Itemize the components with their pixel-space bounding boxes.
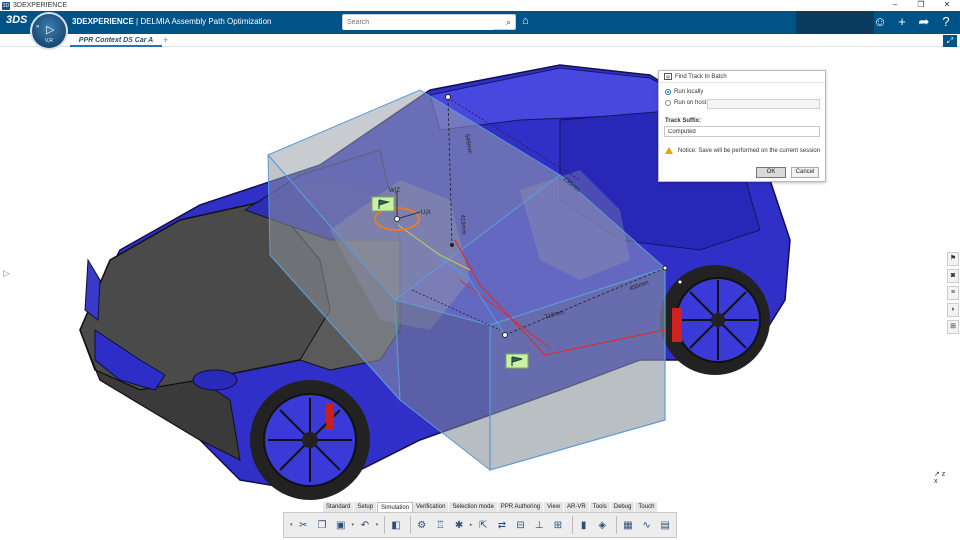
tab-ar-vr[interactable]: AR-VR: [564, 502, 590, 512]
comment-icon[interactable]: ◗: [947, 303, 959, 317]
run-on-host-label: Run on host: [674, 100, 707, 106]
action-bar: ▾ ✂ ❐ ▣ ▾ ↶ ▾ ◧ ⚙ ♖ ✱ ▸ ⇱ ⇄ ⊟ ⊥ ⊞ ▮ ◈ ▦ …: [283, 512, 677, 538]
section-icon[interactable]: ⊞: [550, 517, 566, 533]
toolbar-separator: [616, 516, 618, 534]
tab-touch[interactable]: Touch: [635, 502, 659, 512]
track-icon[interactable]: ◧: [388, 517, 404, 533]
graph-icon[interactable]: ∿: [639, 517, 655, 533]
cut-icon[interactable]: ✂: [296, 517, 312, 533]
dialog-icon: ▤: [664, 73, 672, 80]
tab-simulation[interactable]: Simulation: [377, 502, 414, 512]
toolbar-dropdown-icon[interactable]: ▾: [290, 522, 293, 528]
move-icon[interactable]: ⇱: [475, 517, 491, 533]
measure-tool-icon[interactable]: ⊞: [947, 320, 959, 334]
host-field[interactable]: [707, 99, 820, 109]
cancel-button[interactable]: Cancel: [791, 167, 819, 178]
flag-tool-icon[interactable]: ⚑: [947, 252, 959, 266]
tab-setup[interactable]: Setup: [354, 502, 378, 512]
warning-icon: [665, 147, 673, 154]
undo-icon[interactable]: ↶: [357, 517, 373, 533]
action-bar-tabs: Standard Setup Simulation Verification S…: [323, 502, 659, 512]
mechanism-icon[interactable]: ⚙: [414, 517, 430, 533]
run-locally-radio[interactable]: [665, 89, 671, 95]
camera-icon[interactable]: ◙: [947, 269, 959, 283]
run-locally-label: Run locally: [674, 89, 704, 95]
compute-icon[interactable]: ▮: [576, 517, 592, 533]
tab-ppr-authoring[interactable]: PPR Authoring: [497, 502, 545, 512]
tab-debug[interactable]: Debug: [610, 502, 636, 512]
find-track-dialog: ▤ Find Track In Batch Run locally Run on…: [658, 70, 826, 182]
expand-left-icon[interactable]: ▷: [3, 268, 10, 279]
paste-icon[interactable]: ▣: [333, 517, 349, 533]
analysis-icon[interactable]: ◈: [594, 517, 610, 533]
run-on-host-radio[interactable]: [665, 100, 671, 106]
dialog-title: Find Track In Batch: [675, 74, 727, 80]
monitor-icon[interactable]: ▤: [657, 517, 673, 533]
save-notice: Notice: Save will be performed on the cu…: [665, 147, 820, 154]
path-icon[interactable]: ⇄: [494, 517, 510, 533]
chart-icon[interactable]: ▦: [620, 517, 636, 533]
run-locally-option[interactable]: Run locally: [665, 89, 703, 95]
toolbar-separator: [571, 516, 573, 534]
measure-icon[interactable]: ⊟: [513, 517, 529, 533]
track-suffix-input[interactable]: [664, 126, 820, 137]
axis-triad-icon: ↗ zx: [934, 471, 946, 485]
undo-dropdown-icon[interactable]: ▾: [376, 522, 379, 528]
gizmo-u-label: U|X: [421, 210, 431, 216]
right-tool-strip: ⚑ ◙ ≡ ◗ ⊞: [947, 252, 959, 334]
manikin-icon[interactable]: ✱: [451, 517, 467, 533]
notice-text: Notice: Save will be performed on the cu…: [678, 147, 821, 154]
gizmo-w-label: W|Z: [389, 188, 400, 194]
robot-icon[interactable]: ♖: [433, 517, 449, 533]
run-on-host-option[interactable]: Run on host: [665, 100, 706, 106]
tab-selection-mode[interactable]: Selection mode: [449, 502, 498, 512]
tab-standard[interactable]: Standard: [323, 502, 355, 512]
clash-icon[interactable]: ⊥: [531, 517, 547, 533]
start-flag-icon[interactable]: [371, 196, 395, 212]
layers-icon[interactable]: ≡: [947, 286, 959, 300]
track-suffix-label: Track Suffix:: [665, 118, 702, 124]
toolbar-separator: [384, 516, 386, 534]
compass-label: V,R: [45, 38, 53, 44]
copy-icon[interactable]: ❐: [314, 517, 330, 533]
paste-dropdown-icon[interactable]: ▾: [352, 522, 355, 528]
more-dropdown-icon[interactable]: ▸: [470, 522, 473, 528]
compass-widget[interactable]: » ▷ V,R: [30, 12, 68, 50]
tab-tools[interactable]: Tools: [589, 502, 611, 512]
tab-verification[interactable]: Verification: [413, 502, 450, 512]
end-flag-icon[interactable]: [505, 353, 529, 369]
toolbar-separator: [409, 516, 411, 534]
compass-arrows-icon: »: [36, 24, 40, 30]
dialog-titlebar[interactable]: ▤ Find Track In Batch: [659, 71, 825, 83]
play-icon[interactable]: ▷: [46, 23, 54, 36]
tab-view[interactable]: View: [544, 502, 565, 512]
ok-button[interactable]: OK: [756, 167, 786, 178]
